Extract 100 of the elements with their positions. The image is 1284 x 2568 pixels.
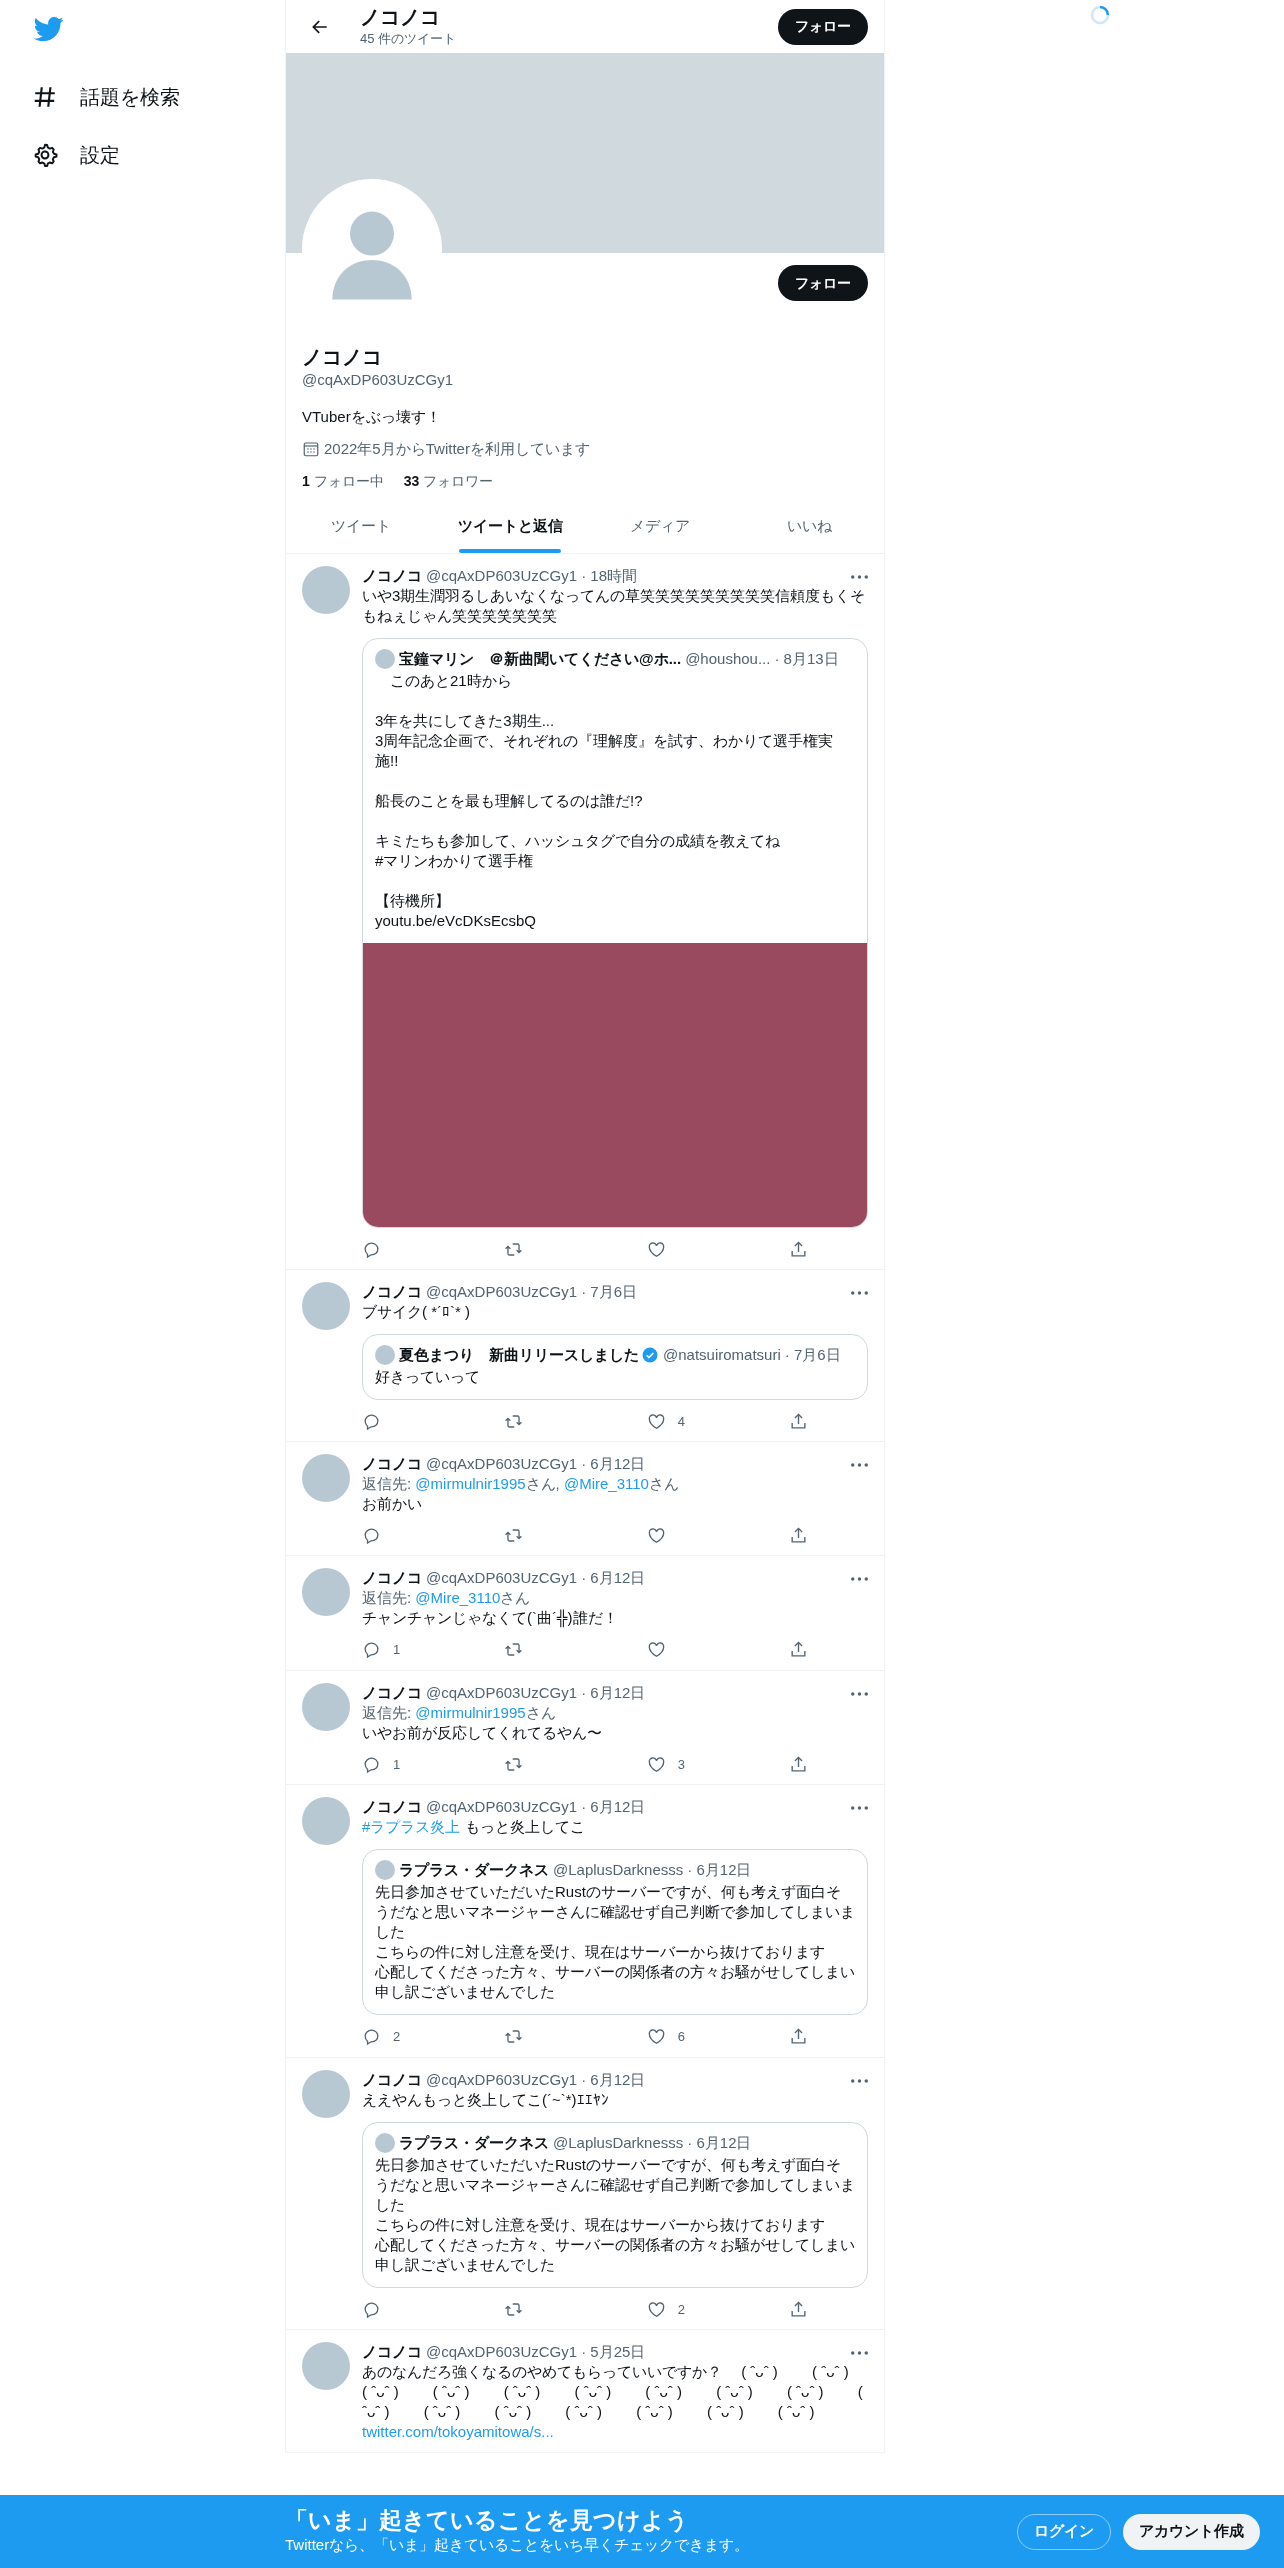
sidebar-item[interactable]: 話題を検索: [32, 68, 285, 126]
heart-icon: [646, 1754, 666, 1774]
more-icon: [851, 2078, 868, 2083]
share-icon: [789, 1239, 808, 1259]
profile-handle: @cqAxDP603UzCGy1: [302, 370, 455, 390]
reply-count: 2: [393, 2028, 401, 2046]
quoted-author-handle: @LaplusDarknesss: [553, 1860, 684, 1880]
quoted-tweet-card[interactable]: ラプラス・ダークネス @LaplusDarknesss · 6月12日 先日参加させていただいたRustのサーバーですが、何も考えず面白そうだなと思いマネージャーさんに確認せず自己判断で参加してしまいました こちらの件に対し注意を受け、現在はサーバーから抜けております 心配してくださった方々、サーバーの関係者の方々お騒がせしてしまい申し訳ございませんでした: [362, 2121, 868, 2288]
quoted-tweet-time: · 6月12日: [687, 1860, 752, 1880]
tweet-time: · 7月6日: [581, 1281, 637, 1302]
tweet-time: · 6月12日: [581, 1797, 646, 1817]
more-icon: [851, 574, 868, 579]
tweet-text: チャンチャンじゃなくて(`曲´╬)誰だ！: [362, 1608, 619, 1628]
quoted-tweet-card[interactable]: 夏色まつり 新曲リリースしました @natsuiromatsuri · 7月6日 好きっていって: [362, 1333, 868, 1400]
avatar[interactable]: [302, 2069, 350, 2118]
quoted-tweet-line: 心配してくださった方々、サーバーの関係者の方々お騒がせしてしまい申し訳ございませんでした: [375, 2234, 855, 2275]
author-handle: @cqAxDP603UzCGy1: [426, 2069, 578, 2090]
quoted-tweet-line: 先日参加させていただいたRustのサーバーですが、何も考えず面白そうだなと思いマネージャーさんに確認せず自己判断で参加してしまいました: [375, 2154, 855, 2215]
quoted-tweet-line: youtu.be/eVcDKsEcsbQ: [375, 910, 537, 931]
author-handle: @cqAxDP603UzCGy1: [426, 565, 578, 586]
tweet-time: · 6月12日: [581, 1682, 646, 1703]
quoted-tweet-line: 先日参加させていただいたRustのサーバーですが、何も考えず面白そうだなと思いマネージャーさんに確認せず自己判断で参加してしまいました: [375, 1882, 855, 1942]
author-name: ノコノコ: [362, 2342, 422, 2362]
follow-stat-link[interactable]: 33 フォロワー: [403, 470, 494, 492]
tweet-time: · 6月12日: [581, 1454, 646, 1474]
quoted-tweet-line: 3周年記念企画で、それぞれの『理解度』を試す、わかりて選手権実施!!: [375, 730, 835, 771]
tweet-text: ブサイク( *´ﾛ`* ): [362, 1301, 471, 1322]
quoted-tweet-card[interactable]: 宝鐘マリン ＠新曲聞いてください@ホ... @houshou... · 8月13日 このあと21時から 3年を共にしてきた3期生... 3周年記念企画で、それぞれの『理解度』を試す、わかりて選手権実施!! 船長のことを最も理解してるのは誰だ!? キミたちも参加して、ハッシュタグで自分の成績を教えてね #マリンわかりて選手権 【待機所】 youtu.be/eVcDKsEcsbQ: [362, 637, 868, 1228]
more-icon: [851, 1806, 868, 1810]
quoted-tweet-line: このあと21時から: [389, 670, 513, 691]
share-icon: [789, 2299, 808, 2319]
author-name: ノコノコ: [362, 1682, 422, 1703]
follow-button[interactable]: フォロー: [778, 265, 868, 301]
heart-icon: [646, 1526, 666, 1545]
reply-count: 1: [393, 1755, 401, 1774]
reply-to-line: 返信先: @mirmulnir1995さん: [362, 1702, 557, 1723]
share-icon: [789, 1411, 808, 1431]
reply-icon: [362, 2027, 381, 2047]
avatar[interactable]: [302, 2342, 350, 2390]
quoted-tweet-time: · 6月12日: [687, 2132, 752, 2153]
avatar[interactable]: [302, 1568, 350, 1616]
profile-tab[interactable]: ツイート: [286, 499, 436, 553]
quoted-author-name: 宝鐘マリン ＠新曲聞いてください@ホ...: [399, 648, 682, 669]
profile-tab[interactable]: メディア: [585, 499, 735, 553]
loading-spinner-icon: [1089, 4, 1111, 26]
heart-icon: [646, 1640, 666, 1660]
quoted-tweet-line: 心配してくださった方々、サーバーの関係者の方々お騒がせしてしまい申し訳ございませんでした: [375, 1962, 855, 2002]
signup-button[interactable]: アカウント作成: [1123, 2513, 1260, 2550]
calendar-icon: [302, 440, 320, 459]
more-icon: [851, 1577, 868, 1581]
avatar[interactable]: [302, 565, 350, 614]
quoted-tweet-line: 【待機所】: [375, 890, 451, 911]
quoted-avatar: [375, 1344, 395, 1365]
share-icon: [789, 2027, 808, 2047]
settings-icon: [32, 142, 58, 168]
tweet-text: ええやんもっと炎上してこ(´~`*)ｴｴﾔﾝ: [362, 2089, 610, 2110]
like-count: 3: [677, 1755, 685, 1774]
quoted-author-name: ラプラス・ダークネス: [399, 1860, 549, 1880]
profile-tab[interactable]: いいね: [734, 499, 884, 553]
more-icon: [851, 1463, 868, 1467]
follow-button[interactable]: フォロー: [778, 8, 868, 45]
author-handle: @cqAxDP603UzCGy1: [426, 1568, 578, 1588]
author-name: ノコノコ: [362, 1797, 422, 1817]
tweet-text: #ラプラス炎上 もっと炎上してこ: [362, 1817, 586, 1837]
avatar[interactable]: [302, 1454, 350, 1502]
reply-icon: [362, 1526, 381, 1545]
quoted-author-handle: @LaplusDarknesss: [553, 2132, 684, 2153]
quoted-tweet-time: · 8月13日: [774, 648, 839, 669]
avatar[interactable]: [302, 1682, 350, 1731]
author-name: ノコノコ: [362, 565, 422, 586]
author-handle: @cqAxDP603UzCGy1: [426, 1281, 578, 1302]
tweet-text: いや3期生潤羽るしあいなくなってんの草笑笑笑笑笑笑笑笑笑信頼度もくそもねぇじゃん笑笑笑笑笑笑笑: [362, 585, 867, 626]
heart-icon: [646, 2027, 666, 2047]
quoted-tweet-line: 好きっていって: [375, 1366, 481, 1387]
sidebar-item[interactable]: 設定: [32, 126, 285, 184]
quoted-tweet-line: こちらの件に対し注意を受け、現在はサーバーから抜けております: [375, 2214, 826, 2235]
quoted-author-name: ラプラス・ダークネス: [399, 2132, 549, 2153]
banner-title: 「いま」起きていることを見つけよう: [285, 2506, 690, 2535]
like-count: 4: [677, 1412, 685, 1431]
profile-tab[interactable]: ツイートと返信: [435, 499, 585, 553]
heart-icon: [646, 1411, 666, 1431]
quoted-avatar: [375, 2132, 395, 2153]
tweet-text: いやお前が反応してくれてるやん〜: [362, 1722, 603, 1743]
reply-icon: [362, 1239, 381, 1259]
quoted-avatar: [375, 648, 395, 669]
avatar[interactable]: [302, 1797, 350, 1845]
quoted-tweet-card[interactable]: ラプラス・ダークネス @LaplusDarknesss · 6月12日 先日参加させていただいたRustのサーバーですが、何も考えず面白そうだなと思いマネージャーさんに確認せず自己判断で参加してしまいました こちらの件に対し注意を受け、現在はサーバーから抜けております 心配してくださった方々、サーバーの関係者の方々お騒がせしてしまい申し訳ございませんでした: [362, 1849, 868, 2015]
author-handle: @cqAxDP603UzCGy1: [426, 1797, 578, 1817]
hashtag-icon: [32, 84, 58, 110]
avatar[interactable]: [302, 1281, 350, 1330]
tweet-text: あのなんだろ強くなるのやめてもらっていいですか？ ( ˆᴗˆ ) ( ˆᴗˆ ) ( ˆᴗˆ ) ( ˆᴗˆ ) ( ˆᴗˆ ) ( ˆᴗˆ ) ( ˆᴗˆ ) ( ˆᴗˆ ) ( ˆᴗˆ ) ( ˆᴗˆ ) ( ˆᴗˆ ) ( ˆᴗˆ ) ( ˆᴗˆ ) ( ˆᴗˆ ) ( ˆᴗˆ ) ( ˆᴗˆ ) twitter.com/tokoyamitowa/s...: [362, 2362, 864, 2442]
author-name: ノコノコ: [362, 1568, 422, 1588]
author-handle: @cqAxDP603UzCGy1: [426, 1454, 578, 1474]
reply-count: 1: [393, 1641, 401, 1659]
follow-stat-link[interactable]: 1 フォロー中: [302, 470, 384, 492]
more-icon: [851, 1691, 868, 1696]
reply-icon: [362, 1411, 381, 1431]
quoted-author-name: 夏色まつり 新曲リリースしました: [399, 1344, 639, 1365]
retweet-icon: [504, 1526, 524, 1545]
share-icon: [789, 1526, 808, 1545]
